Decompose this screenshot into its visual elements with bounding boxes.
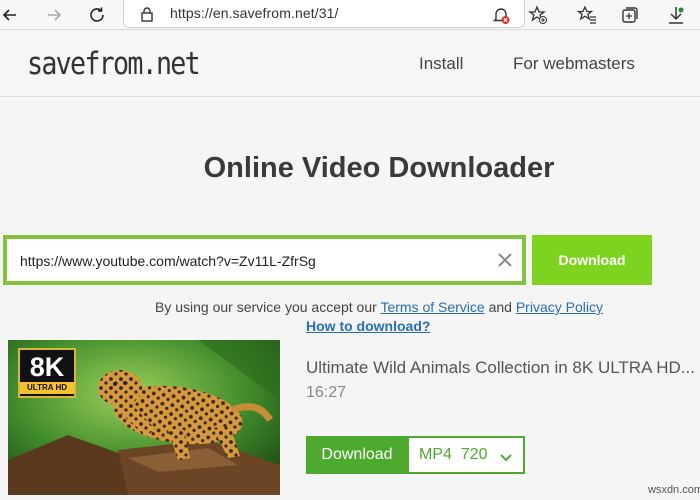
watermark: wsxdn.com bbox=[648, 484, 700, 496]
downloads-icon[interactable] bbox=[664, 0, 688, 30]
lock-icon[interactable] bbox=[140, 6, 154, 27]
badge-ultra-hd-text: ULTRA HD bbox=[20, 382, 74, 394]
favorites-icon[interactable] bbox=[575, 0, 599, 30]
add-favorite-icon[interactable] bbox=[526, 0, 550, 30]
how-to-download-link[interactable]: How to download? bbox=[306, 318, 430, 334]
format-select-value: MP4 720 bbox=[419, 446, 488, 463]
badge-8k-text: 8K bbox=[29, 352, 65, 382]
privacy-policy-link[interactable]: Privacy Policy bbox=[516, 299, 603, 315]
terms-of-service-link[interactable]: Terms of Service bbox=[380, 299, 484, 315]
nav-install[interactable]: Install bbox=[419, 54, 463, 74]
blocked-popup-icon[interactable] bbox=[489, 0, 513, 30]
address-bar[interactable]: https://en.savefrom.net/31/ bbox=[123, 0, 525, 28]
site-logo[interactable]: savefrom.net bbox=[27, 46, 201, 82]
result-download-button[interactable]: Download bbox=[306, 436, 408, 474]
video-title: Ultimate Wild Animals Collection in 8K U… bbox=[306, 358, 695, 377]
terms-prefix-text: By using our service you accept our bbox=[155, 299, 381, 315]
refresh-icon[interactable] bbox=[85, 0, 109, 30]
forward-arrow-icon[interactable] bbox=[42, 0, 66, 30]
chevron-down-icon bbox=[499, 450, 513, 468]
clear-icon[interactable] bbox=[496, 251, 514, 269]
video-duration: 16:27 bbox=[306, 384, 347, 401]
terms-notice: By using our service you accept our Term… bbox=[0, 299, 700, 315]
url-input-value: https://www.youtube.com/watch?v=Zv11L-Zf… bbox=[20, 253, 316, 269]
terms-and-text: and bbox=[484, 299, 516, 315]
url-text: https://en.savefrom.net/31/ bbox=[170, 5, 339, 21]
back-arrow-icon[interactable] bbox=[0, 0, 20, 30]
format-select[interactable]: MP4 720 bbox=[407, 436, 525, 474]
url-input[interactable]: https://www.youtube.com/watch?v=Zv11L-Zf… bbox=[3, 235, 526, 285]
page-title: Online Video Downloader bbox=[203, 152, 555, 184]
nav-for-webmasters[interactable]: For webmasters bbox=[513, 54, 635, 74]
browser-toolbar: https://en.savefrom.net/31/ bbox=[0, 0, 700, 30]
site-header: savefrom.net Install For webmasters bbox=[0, 31, 700, 97]
collections-icon[interactable] bbox=[618, 0, 642, 30]
download-button[interactable]: Download bbox=[532, 235, 652, 285]
video-thumbnail[interactable]: 8K ULTRA HD bbox=[8, 340, 280, 495]
8k-badge: 8K ULTRA HD bbox=[18, 348, 76, 398]
